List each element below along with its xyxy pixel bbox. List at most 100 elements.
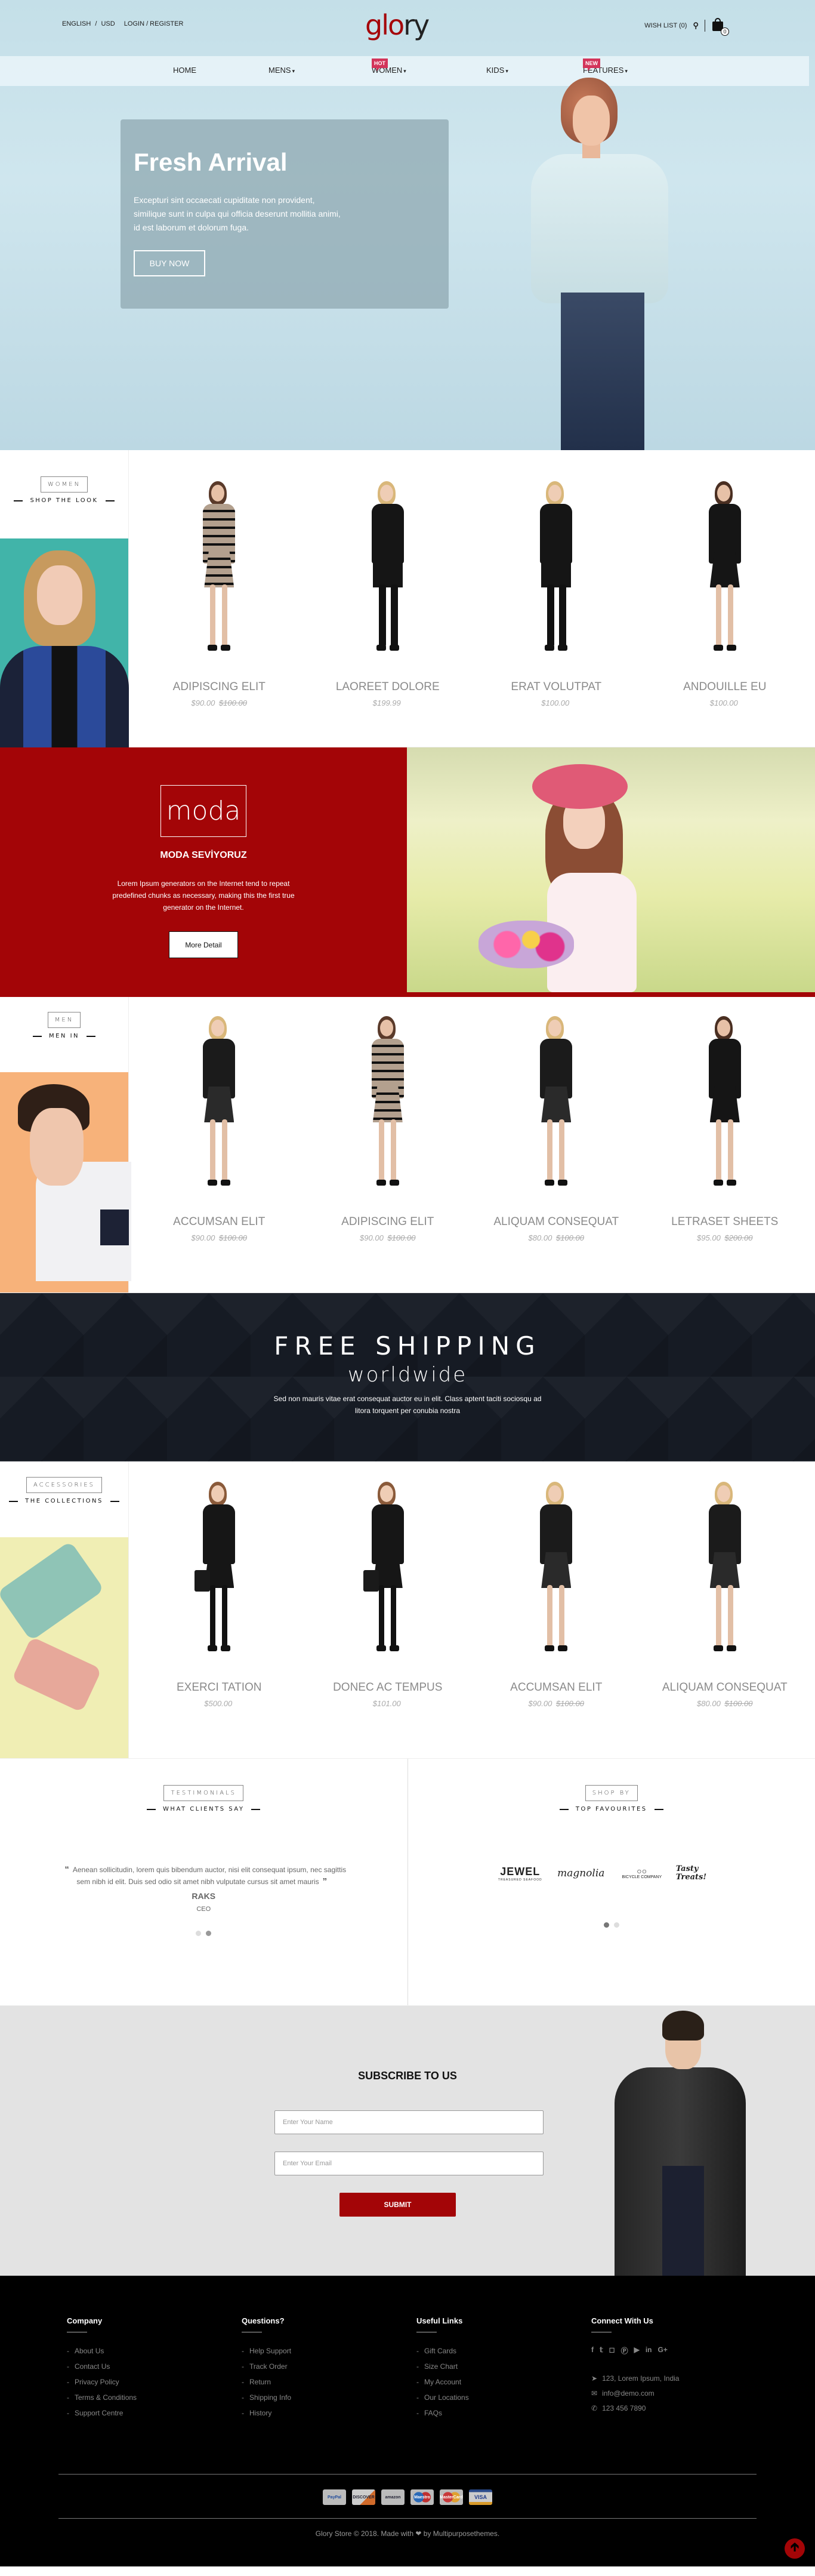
brand-logo[interactable]: JEWELTREASURED SEAFOOD [493,1860,547,1886]
submit-button[interactable]: SUBMIT [339,2193,456,2217]
category-tag[interactable]: MEN [48,1012,81,1028]
product-name[interactable]: LETRASET SHEETS [647,1215,802,1229]
footer-column-useful-links: Useful Links Gift Cards Size Chart My Ac… [416,2316,591,2421]
facebook-icon[interactable]: f [591,2346,594,2356]
carousel-dot-active[interactable] [206,1931,211,1936]
search-icon[interactable]: ⚲ [693,21,699,30]
footer-link[interactable]: Size Chart [416,2359,591,2374]
footer-link[interactable]: Privacy Policy [67,2374,242,2390]
footer-link[interactable]: Our Locations [416,2390,591,2405]
more-detail-button[interactable]: More Detail [169,931,238,958]
phone-number[interactable]: 123 456 7890 [602,2401,646,2416]
nav-features[interactable]: NEWFEATURES▾ [583,66,628,75]
product-card[interactable]: DONEC AC TEMPUS $101.00 [310,1461,465,1758]
pinterest-icon[interactable]: Ⓟ [621,2346,628,2356]
carousel-dot[interactable] [614,1922,619,1928]
product-card[interactable]: ADIPISCING ELIT $90.00 $100.00 [141,450,297,747]
product-name[interactable]: ANDOUILLE EU [647,681,802,694]
footer-link[interactable]: Return [242,2374,416,2390]
product-card[interactable]: ACCUMSAN ELIT $90.00 $100.00 [478,1461,634,1758]
bicycle-icon: ○○ [637,1867,647,1875]
product-name[interactable]: EXERCI TATION [141,1681,297,1694]
brand-logo[interactable]: Tasty Treats! [676,1860,730,1886]
buy-now-button[interactable]: BUY NOW [134,250,205,276]
linkedin-icon[interactable]: in [646,2346,652,2356]
product-name[interactable]: ACCUMSAN ELIT [141,1215,297,1229]
men-category-image[interactable] [0,1072,128,1292]
product-card[interactable]: ALIQUAM CONSEQUAT $80.00 $100.00 [478,997,634,1292]
product-name[interactable]: DONEC AC TEMPUS [310,1681,465,1694]
product-image[interactable] [328,1015,447,1194]
product-card[interactable]: ADIPISCING ELIT $90.00 $100.00 [310,997,465,1292]
youtube-icon[interactable]: ▶ [634,2346,640,2356]
email-link[interactable]: info@demo.com [602,2386,655,2401]
brand-logo[interactable]: magnolia [554,1860,608,1886]
category-tag[interactable]: ACCESSORIES [26,1477,102,1493]
nav-kids[interactable]: KIDS▾ [486,66,508,75]
testimonial-role: CEO [196,1906,211,1913]
product-card[interactable]: EXERCI TATION $500.00 [141,1461,297,1758]
product-image[interactable] [665,480,785,659]
twitter-icon[interactable]: 𝕥 [600,2346,603,2356]
product-image[interactable] [665,1015,785,1194]
hero-title: Fresh Arrival [134,148,449,177]
carousel-dot-active[interactable] [604,1922,609,1928]
footer-link[interactable]: Contact Us [67,2359,242,2374]
main-nav: HOME MENS▾ HOTWOMEN▾ KIDS▾ NEWFEATURES▾ [0,56,809,86]
instagram-icon[interactable]: ◻ [609,2346,615,2356]
product-image[interactable] [159,1015,279,1194]
product-image[interactable] [496,1481,616,1660]
product-name[interactable]: ERAT VOLUTPAT [478,681,634,694]
accessories-category-image[interactable] [0,1537,128,1758]
brand-logo[interactable]: ○○BICYCLE COMPANY [615,1860,669,1886]
category-tag[interactable]: WOMEN [41,476,88,493]
footer-link[interactable]: Terms & Conditions [67,2390,242,2405]
email-input[interactable] [274,2152,544,2175]
subscribe-section: SUBSCRIBE TO US SUBMIT [0,2006,815,2276]
product-card[interactable]: LAOREET DOLORE $199.99 [310,450,465,747]
nav-home[interactable]: HOME [173,66,196,75]
product-image[interactable] [159,1481,279,1660]
product-name[interactable]: ALIQUAM CONSEQUAT [647,1681,802,1694]
product-image[interactable] [159,480,279,659]
footer-link[interactable]: Support Centre [67,2405,242,2421]
product-name[interactable]: ADIPISCING ELIT [141,681,297,694]
product-name[interactable]: LAOREET DOLORE [310,681,465,694]
footer-link[interactable]: Track Order [242,2359,416,2374]
product-card[interactable]: ERAT VOLUTPAT $100.00 [478,450,634,747]
product-card[interactable]: LETRASET SHEETS $95.00 $200.00 [647,997,802,1292]
product-card[interactable]: ANDOUILLE EU $100.00 [647,450,802,747]
product-image[interactable] [496,480,616,659]
login-register-link[interactable]: LOGIN / REGISTER [124,20,184,27]
cart-button[interactable]: 0 [711,18,726,33]
product-name[interactable]: ACCUMSAN ELIT [478,1681,634,1694]
footer-link[interactable]: Help Support [242,2343,416,2359]
product-image[interactable] [328,1481,447,1660]
name-input[interactable] [274,2110,544,2134]
women-category-image[interactable] [0,538,128,747]
product-image[interactable] [328,480,447,659]
footer-link[interactable]: About Us [67,2343,242,2359]
logo[interactable]: glory [365,8,428,42]
nav-mens[interactable]: MENS▾ [268,66,295,75]
product-card[interactable]: ACCUMSAN ELIT $90.00 $100.00 [141,997,297,1292]
currency-selector[interactable]: USD [101,20,115,27]
scroll-to-top-button[interactable]: 🡱 [785,2538,805,2559]
product-name[interactable]: ADIPISCING ELIT [310,1215,465,1229]
product-price: $95.00 $200.00 [647,1233,802,1242]
carousel-dot[interactable] [196,1931,201,1936]
product-name[interactable]: ALIQUAM CONSEQUAT [478,1215,634,1229]
language-selector[interactable]: ENGLISH [62,20,91,27]
google-plus-icon[interactable]: G+ [657,2346,667,2356]
footer-link[interactable]: Shipping Info [242,2390,416,2405]
wishlist-link[interactable]: WISH LIST (0) [644,22,687,29]
product-image[interactable] [496,1015,616,1194]
arrow-up-icon: 🡱 [791,2538,799,2559]
footer-link[interactable]: Gift Cards [416,2343,591,2359]
product-image[interactable] [665,1481,785,1660]
nav-women[interactable]: HOTWOMEN▾ [372,66,406,75]
footer-link[interactable]: History [242,2405,416,2421]
product-card[interactable]: ALIQUAM CONSEQUAT $80.00 $100.00 [647,1461,802,1758]
footer-link[interactable]: FAQs [416,2405,591,2421]
footer-link[interactable]: My Account [416,2374,591,2390]
